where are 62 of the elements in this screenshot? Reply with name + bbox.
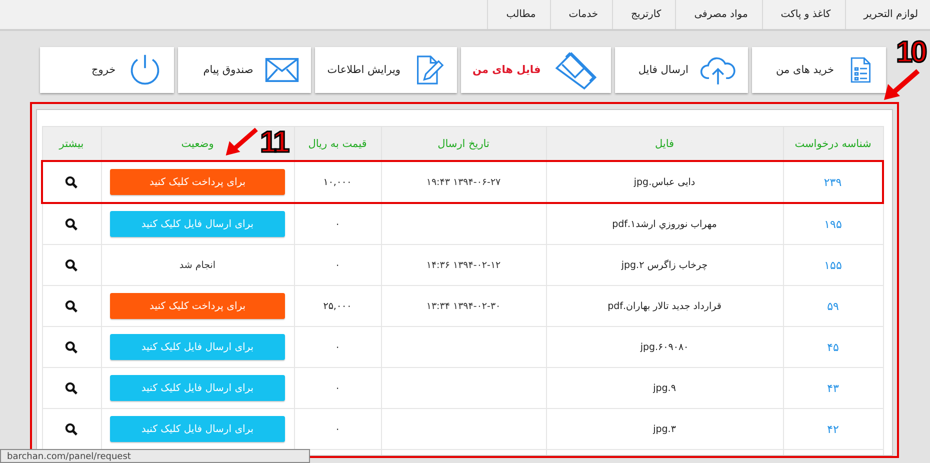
file-name: ۹.jpg	[653, 382, 676, 394]
price: ۰	[334, 424, 340, 434]
request-id[interactable]: ۱۹۵	[824, 218, 842, 230]
search-icon[interactable]	[65, 258, 78, 272]
callout-arrow	[224, 126, 260, 158]
callout-number: 11	[260, 128, 288, 158]
sent-date: ۱۹:۴۳ ۱۳۹۴-۰۶-۲۷	[426, 176, 501, 188]
request-id[interactable]: ۴۳	[827, 382, 839, 394]
menu-item[interactable]: کارتریج	[612, 0, 676, 29]
sent-date: ۱۴:۳۶ ۱۳۹۴-۰۲-۱۲	[426, 260, 501, 270]
status-text: انجام شد	[179, 260, 216, 270]
menu-item[interactable]: کاغذ و پاکت	[762, 0, 845, 29]
status-button[interactable]: برای ارسال فایل کلیک کنید	[110, 375, 285, 401]
search-icon[interactable]	[65, 218, 78, 230]
request-id[interactable]: ۵۹	[827, 300, 839, 312]
folders-icon	[552, 50, 599, 90]
status-button[interactable]: برای ارسال فایل کلیک کنید	[110, 416, 285, 442]
status-button[interactable]: برای پرداخت کلیک کنید	[110, 169, 285, 195]
callout-number: 10	[896, 38, 926, 68]
nav-tile[interactable]: ارسال فایل	[614, 47, 748, 93]
search-icon[interactable]	[65, 300, 78, 312]
menu-item[interactable]: لوازم التحریر	[844, 0, 930, 29]
status-button[interactable]: برای ارسال فایل کلیک کنید	[110, 211, 285, 237]
column-header: فایل	[546, 126, 783, 161]
menu-item[interactable]: مطالب	[487, 0, 550, 29]
file-name: دایی عباس.jpg	[634, 176, 696, 188]
nav-tile[interactable]: صندوق پیام	[178, 47, 312, 93]
price: ۰	[334, 382, 340, 394]
search-icon[interactable]	[65, 382, 78, 394]
search-icon[interactable]	[65, 176, 78, 188]
search-icon[interactable]	[65, 340, 78, 354]
column-header: بیشتر	[42, 126, 101, 161]
request-id[interactable]: ۱۵۵	[824, 258, 842, 272]
file-name: ۶۰۹۰۸۰.jpg	[640, 342, 689, 352]
status-button[interactable]: برای پرداخت کلیک کنید	[110, 293, 285, 319]
menu-item[interactable]: خدمات	[550, 0, 612, 29]
status-button[interactable]: برای ارسال فایل کلیک کنید	[110, 334, 285, 360]
request-id[interactable]: ۴۵	[827, 340, 839, 354]
file-name: ۳.jpg	[653, 424, 676, 434]
envelope-icon	[265, 58, 300, 82]
column-header: قیمت به ریال	[294, 126, 381, 161]
file-name: قرارداد جدید تالار بهاران.pdf	[608, 300, 722, 312]
request-id[interactable]: ۴۲	[827, 422, 839, 436]
file-name: مهراب نوروزي ارشد۱.pdf	[612, 218, 717, 230]
sent-date: ۱۳:۳۴ ۱۳۹۴-۰۲-۳۰	[426, 300, 501, 312]
callout-arrow	[882, 68, 922, 102]
nav-tile[interactable]: خروج	[40, 47, 174, 93]
request-id[interactable]: ۲۳۹	[824, 176, 842, 188]
price: ۰	[334, 218, 340, 230]
file-name: چرخاب زاگرس ۲.jpg	[621, 260, 708, 270]
column-header: شناسه درخواست	[783, 126, 883, 161]
status-url: barchan.com/panel/request	[0, 449, 310, 463]
column-header: تاریخ ارسال	[381, 126, 546, 161]
price: ۰	[334, 260, 340, 270]
search-icon[interactable]	[65, 422, 78, 436]
menu-item[interactable]: مواد مصرفی	[675, 0, 762, 29]
nav-tile[interactable]: خرید های من	[752, 47, 886, 93]
nav-tile[interactable]: ویرایش اطلاعات	[315, 47, 456, 93]
price: ۲۵,۰۰۰	[323, 300, 352, 312]
price: ۱۰,۰۰۰	[323, 176, 352, 188]
price: ۰	[334, 342, 340, 352]
nav-tile[interactable]: فایل های من	[460, 47, 611, 93]
